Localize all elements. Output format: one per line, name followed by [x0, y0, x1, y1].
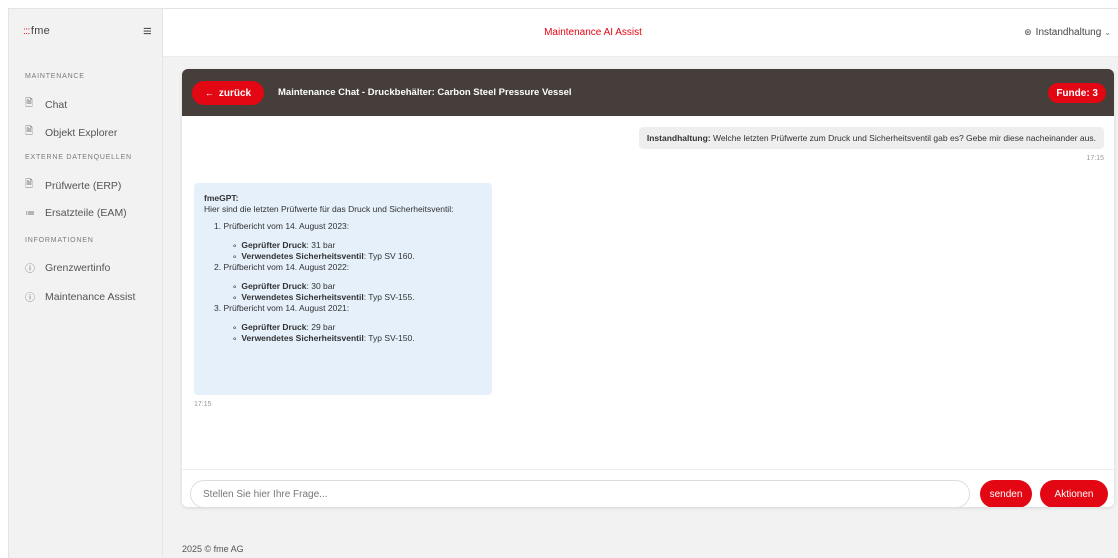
footer-copyright: 2025 © fme AG — [182, 544, 244, 554]
bot-message: fmeGPT: Hier sind die letzten Prüfwerte … — [194, 183, 492, 395]
report-list: 1. Prüfbericht vom 14. August 2023: Gepr… — [204, 221, 482, 344]
user-message: Instandhaltung: Welche letzten Prüfwerte… — [638, 127, 1104, 149]
pressure-label: Geprüfter Druck — [241, 322, 307, 332]
user-icon: ⊛ — [1024, 27, 1032, 37]
report-details: Geprüfter Druck: 31 bar Verwendetes Sich… — [214, 240, 482, 262]
section-maintenance: MAINTENANCE — [25, 73, 85, 80]
bot-message-author: fmeGPT: — [204, 193, 239, 203]
app-frame: :::fme ≡ MAINTENANCE 🗎 Chat 🗎 Objekt Exp… — [8, 8, 1118, 558]
valve-value: Verwendetes Sicherheitsventil: Typ SV-15… — [232, 292, 482, 303]
app-title: Maintenance AI Assist — [544, 27, 642, 38]
section-external-sources: EXTERNE DATENQUELLEN — [25, 154, 132, 161]
report-details: Geprüfter Druck: 30 bar Verwendetes Sich… — [214, 281, 482, 303]
sidebar: :::fme ≡ MAINTENANCE 🗎 Chat 🗎 Objekt Exp… — [9, 9, 163, 558]
valve-value: Verwendetes Sicherheitsventil: Typ SV-15… — [232, 333, 482, 344]
pressure-text: : 31 bar — [306, 240, 336, 250]
sidebar-item-ersatzteile[interactable]: ≔ Ersatzteile (EAM) — [25, 207, 127, 219]
bot-message-time: 17:15 — [194, 401, 212, 408]
section-information: INFORMATIONEN — [25, 237, 94, 244]
sidebar-item-chat[interactable]: 🗎 Chat — [25, 96, 67, 113]
send-button[interactable]: senden — [980, 480, 1032, 507]
pressure-text: : 29 bar — [306, 322, 336, 332]
chevron-down-icon: ⌄ — [1104, 28, 1111, 37]
user-name: Instandhaltung — [1035, 27, 1102, 38]
valve-text: : Typ SV-150. — [363, 333, 415, 343]
user-message-time: 17:15 — [1086, 155, 1104, 162]
chat-header: ← zurück Maintenance Chat - Druckbehälter… — [182, 69, 1114, 116]
report-item: 1. Prüfbericht vom 14. August 2023: Gepr… — [214, 221, 482, 262]
valve-label: Verwendetes Sicherheitsventil — [241, 292, 364, 302]
user-message-author: Instandhaltung: — [646, 133, 711, 143]
report-item: 3. Prüfbericht vom 14. August 2021: Gepr… — [214, 303, 482, 344]
pressure-value: Geprüfter Druck: 29 bar — [232, 322, 482, 333]
report-title: 2. Prüfbericht vom 14. August 2022: — [214, 262, 350, 272]
report-title: 3. Prüfbericht vom 14. August 2021: — [214, 303, 350, 313]
funde-badge[interactable]: Funde: 3 — [1048, 83, 1106, 103]
info-icon: ⓘ — [25, 264, 35, 275]
sidebar-item-label: Objekt Explorer — [45, 126, 118, 139]
report-item: 2. Prüfbericht vom 14. August 2022: Gepr… — [214, 262, 482, 303]
fme-logo[interactable]: :::fme — [23, 25, 50, 37]
pressure-value: Geprüfter Druck: 31 bar — [232, 240, 482, 251]
report-details: Geprüfter Druck: 29 bar Verwendetes Sich… — [214, 322, 482, 344]
actions-button[interactable]: Aktionen — [1040, 480, 1108, 507]
document-icon: 🗎 — [25, 126, 34, 137]
info-icon: ⓘ — [25, 293, 35, 304]
sidebar-item-label: Prüfwerte (ERP) — [45, 179, 122, 192]
chat-input-row: senden Aktionen — [182, 469, 1114, 507]
sidebar-item-label: Maintenance Assist — [45, 290, 136, 303]
chat-question-input[interactable] — [190, 480, 970, 507]
hamburger-menu-icon[interactable]: ≡ — [143, 23, 152, 40]
pressure-text: : 30 bar — [306, 281, 336, 291]
valve-value: Verwendetes Sicherheitsventil: Typ SV 16… — [232, 251, 482, 262]
back-button-label: zurück — [218, 87, 252, 99]
sidebar-item-pruefwerte[interactable]: 🗎 Prüfwerte (ERP) — [25, 177, 121, 194]
sidebar-item-label: Chat — [45, 98, 68, 111]
sidebar-item-grenzwertinfo[interactable]: ⓘ Grenzwertinfo — [25, 260, 111, 276]
document-chart-icon: 🗎 — [25, 179, 34, 190]
document-icon: 🗎 — [25, 98, 34, 109]
valve-label: Verwendetes Sicherheitsventil — [241, 251, 364, 261]
arrow-left-icon: ← — [204, 88, 214, 98]
top-bar: Maintenance AI Assist ⊛ Instandhaltung ⌄ — [163, 9, 1118, 57]
user-message-text: Welche letzten Prüfwerte zum Druck und S… — [710, 133, 1096, 143]
sidebar-item-label: Grenzwertinfo — [45, 261, 111, 274]
list-icon: ≔ — [25, 207, 35, 219]
chat-title: Maintenance Chat - Druckbehälter: Carbon… — [278, 87, 572, 98]
pressure-label: Geprüfter Druck — [241, 240, 307, 250]
report-title: 1. Prüfbericht vom 14. August 2023: — [214, 221, 350, 231]
valve-label: Verwendetes Sicherheitsventil — [241, 333, 364, 343]
back-button[interactable]: ← zurück — [192, 81, 264, 105]
sidebar-item-maintenance-assist[interactable]: ⓘ Maintenance Assist — [25, 289, 136, 305]
chat-card: ← zurück Maintenance Chat - Druckbehälter… — [182, 69, 1114, 507]
sidebar-item-label: Ersatzteile (EAM) — [45, 207, 127, 219]
pressure-label: Geprüfter Druck — [241, 281, 307, 291]
user-menu[interactable]: ⊛ Instandhaltung ⌄ — [1024, 27, 1111, 38]
pressure-value: Geprüfter Druck: 30 bar — [232, 281, 482, 292]
sidebar-item-objekt-explorer[interactable]: 🗎 Objekt Explorer — [25, 124, 117, 141]
logo-text: fme — [30, 25, 51, 37]
valve-text: : Typ SV 160. — [363, 251, 415, 261]
logo-dots: ::: — [23, 26, 30, 37]
valve-text: : Typ SV-155. — [363, 292, 415, 302]
bot-message-intro: Hier sind die letzten Prüfwerte für das … — [204, 204, 454, 214]
